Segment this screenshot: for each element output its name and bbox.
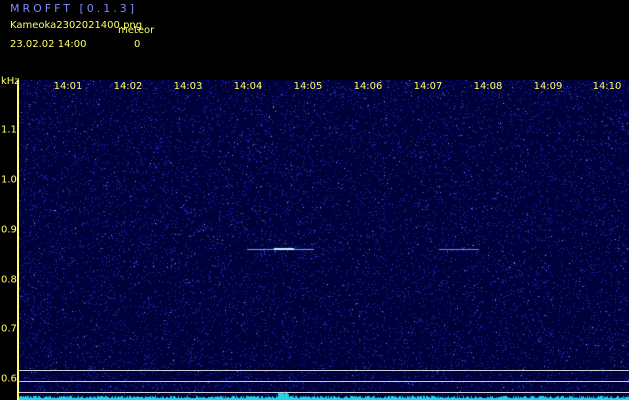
y-axis-unit: kHz	[1, 76, 20, 87]
y-tick-label: 0.6	[1, 373, 17, 385]
x-tick-label: 14:01	[53, 81, 83, 92]
y-tick-label: 0.7	[1, 323, 17, 335]
reference-line-middle	[19, 381, 629, 382]
reference-line-lower	[19, 392, 629, 393]
meteor-count: 0	[134, 39, 141, 50]
x-tick-label: 14:06	[353, 81, 383, 92]
x-tick-label: 14:09	[533, 81, 563, 92]
y-tick-label: 1.1	[1, 124, 17, 136]
spectrogram-canvas	[19, 80, 629, 400]
x-tick-label: 14:05	[293, 81, 323, 92]
x-tick-label: 14:10	[592, 81, 622, 92]
y-tick-label: 0.8	[1, 274, 17, 286]
y-axis-line	[17, 80, 19, 400]
reference-line-upper	[19, 370, 629, 371]
x-tick-label: 14:02	[113, 81, 143, 92]
x-tick-label: 14:07	[413, 81, 443, 92]
y-tick-label: 0.9	[1, 224, 17, 236]
timestamp-label: 23.02.02 14:00	[10, 39, 87, 50]
x-tick-label: 14:04	[233, 81, 263, 92]
y-tick-label: 1.0	[1, 174, 17, 186]
app-title: MROFFT [0.1.3]	[10, 2, 138, 15]
x-tick-label: 14:08	[473, 81, 503, 92]
x-tick-label: 14:03	[173, 81, 203, 92]
meteor-label: meteor	[118, 25, 155, 36]
spectrogram-plot	[19, 80, 629, 400]
